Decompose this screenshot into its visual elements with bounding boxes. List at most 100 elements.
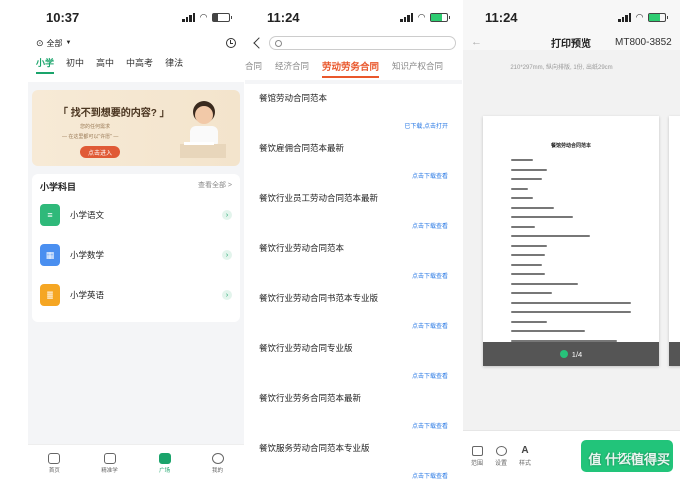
status-bar: 11:24 ◠	[245, 0, 462, 34]
tab-exams[interactable]: 中高考	[126, 56, 153, 74]
location-selector[interactable]: ⊙ 全部 ▼	[36, 38, 72, 49]
nav-home[interactable]: 首页	[48, 453, 61, 474]
list-item[interactable]: 餐饮服务劳动合同范本专业版 点击下载查看	[245, 434, 462, 482]
nav-me[interactable]: 我的	[211, 453, 224, 474]
signal-icon	[182, 12, 196, 22]
item-action-link[interactable]: 点击下载查看	[412, 371, 448, 380]
nav-square[interactable]: 广场	[158, 453, 171, 474]
history-icon[interactable]	[226, 38, 236, 48]
book-icon: ≡	[40, 204, 60, 226]
subject-name: 小学语文	[70, 210, 105, 220]
tab-ip-contract[interactable]: 知识产权合同	[392, 60, 443, 72]
item-action-link[interactable]: 点击下载查看	[412, 271, 448, 280]
preview-header: ← 打印预览 MT800-3852	[463, 34, 680, 50]
tool-label: 样式	[519, 461, 532, 467]
tab-junior[interactable]: 初中	[66, 56, 84, 74]
location-label: 全部	[46, 38, 63, 48]
list-item[interactable]: 餐饮雇佣合同范本最新点击下载查看	[245, 134, 462, 184]
status-bar: 10:37 ◠	[28, 0, 244, 34]
subjects-heading: 小学科目	[40, 182, 77, 192]
item-action-link[interactable]: 点击下载查看	[412, 471, 448, 480]
document-preview-page[interactable]: 餐馆劳动合同范本 1/4	[483, 116, 659, 366]
page-title: 打印预览	[551, 38, 591, 50]
wifi-icon: ◠	[418, 11, 425, 22]
tab-primary[interactable]: 小学	[36, 56, 55, 74]
watermark: 值 什么值得买	[588, 452, 670, 467]
nav-label: 我的	[212, 468, 224, 474]
calculator-icon: ▦	[40, 244, 60, 266]
square-icon	[158, 453, 171, 464]
item-action-link[interactable]: 点击下载查看	[412, 171, 448, 180]
subject-item-math[interactable]: ▦ 小学数学 ›	[40, 237, 232, 273]
item-title: 餐饮行业劳务合同范本最新	[259, 393, 362, 403]
notebook-icon: ≣	[40, 284, 60, 306]
list-item[interactable]: 餐馆劳动合同范本已下载,点击打开	[245, 84, 462, 134]
tab-law[interactable]: 律法	[165, 56, 183, 74]
home-icon	[48, 453, 61, 464]
item-title: 餐饮行业员工劳动合同范本最新	[259, 193, 379, 203]
view-all-link[interactable]: 查看全部 >	[198, 180, 232, 193]
tab-labor-contract[interactable]: 劳动劳务合同	[322, 59, 380, 78]
document-title: 餐馆劳动合同范本	[550, 143, 591, 149]
banner-enter-button[interactable]: 点击进入	[80, 146, 120, 158]
chevron-right-icon: ›	[222, 250, 232, 260]
item-action-link[interactable]: 点击下载查看	[412, 421, 448, 430]
contract-list-panel: 11:24 ◠ 合同 经济合同 劳动劳务合同 知识产权合同 餐馆劳动合同范本已下…	[245, 0, 462, 482]
nav-label: 广场	[159, 468, 171, 474]
list-icon	[471, 446, 483, 456]
list-item[interactable]: 餐饮行业劳动合同书范本专业版点击下载查看	[245, 284, 462, 334]
tool-label: 范围	[471, 461, 484, 467]
user-icon	[211, 453, 224, 464]
subject-item-chinese[interactable]: ≡ 小学语文 ›	[40, 197, 232, 233]
wish-banner[interactable]: 「 找不到想要的内容? 」 您的任何需求 — 在这里都可以"许愿" — 点击进入	[32, 90, 240, 166]
nav-precise-learning[interactable]: 精准学	[101, 453, 118, 474]
document-text-lines	[511, 159, 631, 342]
chevron-right-icon: ›	[222, 290, 232, 300]
page-indicator: 1/4	[571, 349, 583, 359]
battery-icon	[648, 12, 668, 22]
item-title: 餐饮雇佣合同范本最新	[259, 143, 345, 153]
range-tool[interactable]: 范围	[471, 446, 483, 467]
item-action-link[interactable]: 已下载,点击打开	[404, 121, 448, 130]
status-bar: 11:24 ◠	[463, 0, 680, 34]
item-title: 餐饮行业劳动合同书范本专业版	[259, 293, 379, 303]
list-item[interactable]: 餐饮行业劳务合同范本最新点击下载查看	[245, 384, 462, 434]
item-title: 餐馆劳动合同范本	[259, 93, 328, 103]
wifi-icon: ◠	[200, 11, 207, 22]
wifi-icon: ◠	[636, 11, 643, 22]
graduation-cap-icon	[103, 453, 116, 464]
list-item[interactable]: 餐饮行业员工劳动合同范本最新点击下载查看	[245, 184, 462, 234]
chevron-down-icon: ▼	[65, 40, 72, 46]
banner-subtitle-2: — 在这里都可以"许愿" —	[62, 134, 119, 140]
tab-economic-contract[interactable]: 经济合同	[275, 60, 309, 72]
nav-label: 精准学	[101, 468, 118, 474]
status-time: 11:24	[485, 9, 518, 25]
subject-name: 小学英语	[70, 290, 105, 300]
print-preview-panel: 11:24 ◠ ← 打印预览 MT800-3852 210*297mm, 纵向排…	[463, 0, 680, 482]
battery-icon	[430, 12, 450, 22]
banner-subtitle: 您的任何需求	[80, 124, 111, 130]
grade-tabs: 小学 初中 高中 中高考 律法	[36, 56, 236, 74]
next-page-preview[interactable]	[669, 116, 680, 366]
chevron-right-icon: ›	[222, 210, 232, 220]
item-action-link[interactable]: 点击下载查看	[412, 221, 448, 230]
settings-tool[interactable]: 设置	[495, 446, 507, 467]
contract-list: 餐馆劳动合同范本已下载,点击打开 餐饮雇佣合同范本最新点击下载查看 餐饮行业员工…	[245, 84, 462, 482]
search-input[interactable]	[269, 36, 456, 50]
page-indicator-bar: 1/4	[483, 342, 659, 366]
printer-model[interactable]: MT800-3852	[615, 37, 672, 48]
signal-icon	[618, 12, 632, 22]
list-item[interactable]: 餐饮行业劳动合同专业版 点击下载查看	[245, 334, 462, 384]
back-arrow-icon[interactable]: ←	[471, 36, 482, 48]
item-title: 餐饮行业劳动合同范本	[259, 243, 345, 253]
subject-item-english[interactable]: ≣ 小学英语 ›	[40, 277, 232, 313]
list-item[interactable]: 餐饮行业劳动合同范本点击下载查看	[245, 234, 462, 284]
child-illustration	[180, 101, 226, 158]
gear-icon	[495, 446, 507, 456]
tab-senior[interactable]: 高中	[96, 56, 114, 74]
tab-contract[interactable]: 合同	[245, 60, 262, 72]
signal-icon	[400, 12, 414, 22]
back-icon[interactable]	[253, 37, 265, 49]
item-action-link[interactable]: 点击下载查看	[412, 321, 448, 330]
style-tool[interactable]: A 样式	[519, 446, 532, 468]
